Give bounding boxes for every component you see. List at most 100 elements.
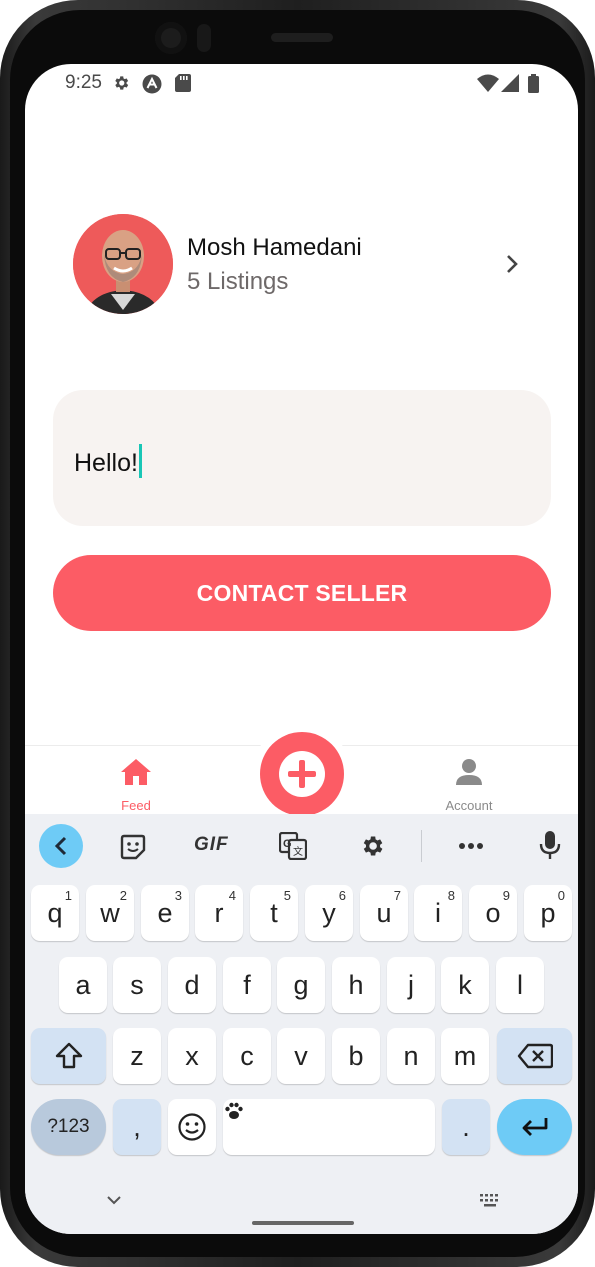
key-label: q: [47, 897, 63, 928]
key-d[interactable]: d: [168, 957, 216, 1013]
sd-card-icon: [175, 74, 191, 92]
key-label: e: [157, 897, 173, 928]
tab-label-account: Account: [445, 798, 493, 813]
symbols-key[interactable]: ?123: [31, 1099, 106, 1155]
app-screen: 9:25 Mosh Hamedani 5 Listings Hello! CON…: [25, 64, 578, 1234]
key-a[interactable]: a: [59, 957, 107, 1013]
more-icon[interactable]: [458, 842, 484, 850]
avatar: [73, 214, 173, 314]
key-label: r: [214, 897, 224, 928]
key-label: w: [100, 897, 120, 928]
key-j[interactable]: j: [387, 957, 435, 1013]
tab-feed[interactable]: Feed: [56, 746, 216, 816]
status-bar: 9:25: [25, 64, 578, 104]
key-hint: 9: [502, 888, 510, 903]
key-z[interactable]: z: [113, 1028, 161, 1084]
paw-icon: [225, 1102, 243, 1119]
mic-icon[interactable]: [539, 830, 561, 860]
shift-icon: [55, 1042, 82, 1069]
tab-account[interactable]: Account: [389, 746, 549, 816]
key-hint: 1: [64, 888, 72, 903]
wifi-icon: [477, 74, 499, 92]
hide-keyboard-icon[interactable]: [106, 1194, 122, 1206]
key-b[interactable]: b: [332, 1028, 380, 1084]
key-l[interactable]: l: [496, 957, 544, 1013]
shift-key[interactable]: [31, 1028, 106, 1084]
key-label: u: [376, 897, 392, 928]
emoji-icon: [178, 1113, 206, 1141]
key-label: y: [322, 897, 336, 928]
key-e[interactable]: e3: [141, 885, 189, 941]
key-hint: 3: [174, 888, 182, 903]
key-label: i: [435, 897, 441, 928]
key-c[interactable]: c: [223, 1028, 271, 1084]
key-o[interactable]: o9: [469, 885, 517, 941]
key-y[interactable]: y6: [305, 885, 353, 941]
key-hint: 0: [557, 888, 565, 903]
phone-frame: 9:25 Mosh Hamedani 5 Listings Hello! CON…: [0, 0, 595, 1267]
key-s[interactable]: s: [113, 957, 161, 1013]
key-label: t: [270, 897, 278, 928]
key-q[interactable]: q1: [31, 885, 79, 941]
message-input[interactable]: Hello!: [53, 390, 551, 526]
keyboard-switch-icon[interactable]: [479, 1193, 501, 1207]
emoji-key[interactable]: [168, 1099, 216, 1155]
back-chevron-icon: [54, 836, 67, 856]
comma-key[interactable]: ,: [113, 1099, 161, 1155]
contact-seller-button[interactable]: CONTACT SELLER: [53, 555, 551, 631]
app-notification-icon: [142, 74, 162, 94]
sticker-icon[interactable]: [120, 834, 146, 860]
key-label: p: [540, 897, 556, 928]
key-t[interactable]: t5: [250, 885, 298, 941]
gesture-home-bar[interactable]: [252, 1221, 354, 1225]
key-f[interactable]: f: [223, 957, 271, 1013]
key-label: o: [485, 897, 501, 928]
key-m[interactable]: m: [441, 1028, 489, 1084]
seller-card[interactable]: Mosh Hamedani 5 Listings: [73, 214, 533, 314]
gear-icon: [115, 76, 129, 90]
key-r[interactable]: r4: [195, 885, 243, 941]
account-icon: [456, 759, 482, 785]
status-time: 9:25: [65, 72, 102, 93]
key-h[interactable]: h: [332, 957, 380, 1013]
key-n[interactable]: n: [387, 1028, 435, 1084]
space-key[interactable]: [223, 1099, 435, 1155]
tab-label-feed: Feed: [121, 798, 151, 813]
key-hint: 8: [447, 888, 455, 903]
key-hint: 4: [228, 888, 236, 903]
settings-icon[interactable]: [359, 833, 385, 859]
enter-key[interactable]: [497, 1099, 572, 1155]
add-listing-button[interactable]: [260, 732, 344, 816]
text-caret: [138, 444, 142, 478]
key-w[interactable]: w2: [86, 885, 134, 941]
key-k[interactable]: k: [441, 957, 489, 1013]
toolbar-divider: [421, 830, 422, 862]
key-v[interactable]: v: [277, 1028, 325, 1084]
battery-icon: [528, 74, 539, 93]
svg-text:文: 文: [293, 845, 303, 858]
proximity-sensor: [197, 24, 211, 52]
period-key[interactable]: .: [442, 1099, 490, 1155]
key-p[interactable]: p0: [524, 885, 572, 941]
key-g[interactable]: g: [277, 957, 325, 1013]
enter-icon: [522, 1118, 547, 1136]
gif-button[interactable]: GIF: [194, 834, 229, 856]
translate-icon[interactable]: G 文: [279, 832, 307, 860]
key-hint: 7: [393, 888, 401, 903]
chevron-right-icon: [507, 255, 518, 273]
key-hint: 2: [119, 888, 127, 903]
front-camera: [155, 22, 187, 54]
svg-text:G: G: [283, 838, 292, 850]
key-i[interactable]: i8: [414, 885, 462, 941]
home-icon: [121, 759, 151, 785]
message-input-content: Hello!: [74, 444, 142, 478]
soft-keyboard: GIF G 文 q1 w2 e3 r4 t 5 y 6 u 7 i 8 o 9 …: [25, 814, 578, 1234]
key-hint: 6: [338, 888, 346, 903]
backspace-icon: [517, 1043, 553, 1069]
keyboard-collapse-button[interactable]: [39, 824, 83, 868]
seller-photo: [73, 214, 173, 314]
key-u[interactable]: u7: [360, 885, 408, 941]
plus-circle-icon: [279, 751, 325, 797]
backspace-key[interactable]: [497, 1028, 572, 1084]
key-x[interactable]: x: [168, 1028, 216, 1084]
